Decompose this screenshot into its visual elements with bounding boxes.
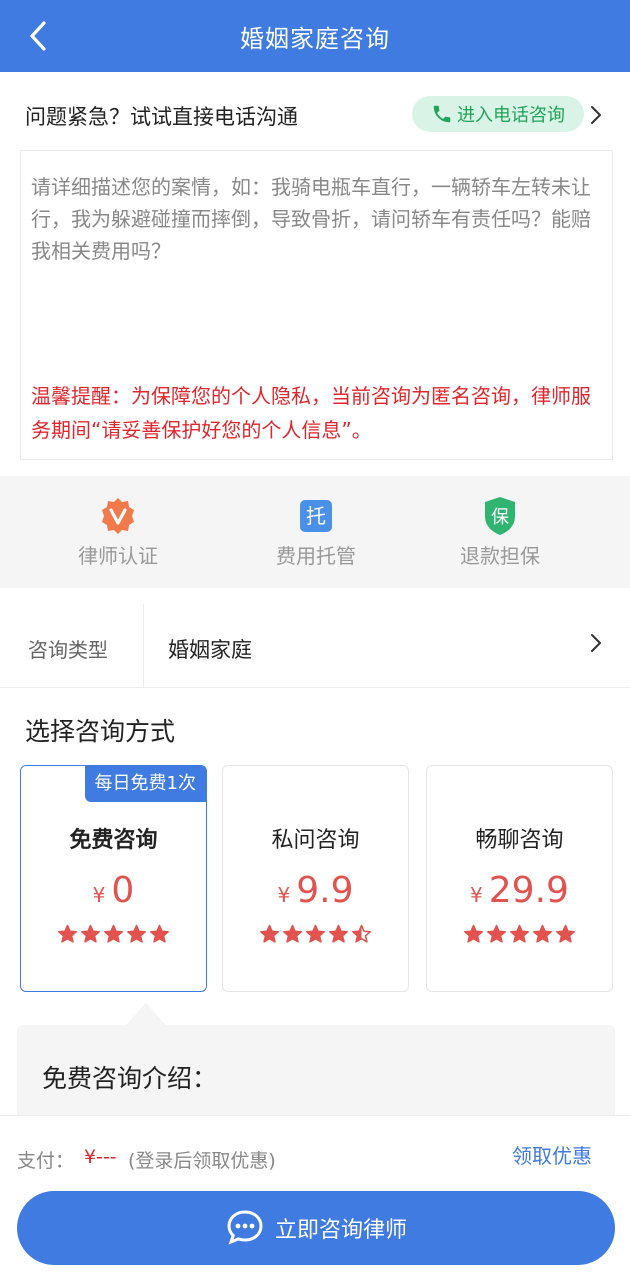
claim-coupon-link[interactable]: 领取优惠 <box>512 1140 592 1169</box>
consult-type-label: 咨询类型 <box>28 638 108 662</box>
free-consult-intro: 免费咨询介绍： 在线咨询律师抢答，无需排队，通过文字、图片方式 <box>17 1025 615 1125</box>
top-navbar: 婚姻家庭咨询 <box>0 0 630 72</box>
star-full-icon <box>329 924 348 943</box>
star-full-icon <box>283 924 302 943</box>
card-chat-consult[interactable]: 畅聊咨询 ¥29.9 <box>426 765 613 992</box>
price-value: 9.9 <box>296 870 354 911</box>
star-full-icon <box>150 924 169 943</box>
urgent-prompt: 问题紧急？试试直接电话沟通 <box>25 105 298 129</box>
price-value: 0 <box>111 870 135 911</box>
card-name: 免费咨询 <box>69 828 158 853</box>
star-full-icon <box>306 924 325 943</box>
guarantee-lawyer-cert: 律师认证 <box>48 496 188 569</box>
page-title: 婚姻家庭咨询 <box>240 24 390 53</box>
bao-shield-icon: 保 <box>480 496 520 536</box>
star-rating <box>223 924 408 945</box>
consult-button-label: 立即咨询律师 <box>274 1218 407 1243</box>
bottom-pay-bar: 支付： ¥--- (登录后领取优惠) 领取优惠 立即咨询律师 <box>0 1115 630 1280</box>
consult-lawyer-button[interactable]: 立即咨询律师 <box>17 1191 615 1265</box>
privacy-warning: 温馨提醒：为保障您的个人隐私，当前咨询为匿名咨询，律师服务期间“请妥善保护好您的… <box>31 384 591 442</box>
star-full-icon <box>260 924 279 943</box>
phone-consult-label: 进入电话咨询 <box>457 105 565 126</box>
guarantee-refund: 保 退款担保 <box>430 496 570 569</box>
currency-symbol: ¥ <box>277 883 291 907</box>
star-full-icon <box>533 924 552 943</box>
guarantee-label: 退款担保 <box>460 544 540 568</box>
currency-symbol: ¥ <box>92 883 106 907</box>
back-button[interactable] <box>22 18 54 54</box>
pay-label: 支付： <box>17 1150 75 1172</box>
tuo-icon: 托 <box>296 496 336 536</box>
divider <box>143 604 144 688</box>
intro-title: 免费咨询介绍： <box>42 1064 218 1093</box>
card-name: 私问咨询 <box>271 828 360 853</box>
guarantee-label: 律师认证 <box>78 544 158 568</box>
pay-price: ¥--- <box>84 1146 117 1168</box>
card-name: 畅聊咨询 <box>475 828 564 853</box>
svg-text:托: 托 <box>306 504 326 528</box>
chat-bubble-icon <box>227 1210 263 1245</box>
chevron-right-icon[interactable] <box>586 630 606 656</box>
star-rating <box>427 924 612 945</box>
card-private-consult[interactable]: 私问咨询 ¥9.9 <box>222 765 409 992</box>
currency-symbol: ¥ <box>470 883 483 907</box>
intro-pointer <box>126 1003 166 1025</box>
card-price: ¥9.9 <box>223 870 408 911</box>
card-price: ¥29.9 <box>427 870 612 911</box>
price-value: 29.9 <box>488 870 569 911</box>
star-full-icon <box>58 924 77 943</box>
card-price: ¥0 <box>21 870 206 911</box>
star-full-icon <box>81 924 100 943</box>
star-full-icon <box>510 924 529 943</box>
method-section-title: 选择咨询方式 <box>25 717 176 746</box>
free-daily-badge: 每日免费1次 <box>84 766 206 802</box>
svg-text:保: 保 <box>491 507 509 528</box>
star-full-icon <box>104 924 123 943</box>
star-rating <box>21 924 206 945</box>
card-free-consult[interactable]: 每日免费1次 免费咨询 ¥0 <box>20 765 207 992</box>
phone-icon <box>433 105 451 123</box>
v-badge-icon <box>98 496 138 536</box>
description-placeholder: 请详细描述您的案情，如：我骑电瓶车直行，一辆轿车左转未让行，我为躲避碰撞而摔倒，… <box>31 175 591 263</box>
star-full-icon <box>556 924 575 943</box>
consult-type-value[interactable]: 婚姻家庭 <box>168 634 252 664</box>
case-description-input[interactable]: 请详细描述您的案情，如：我骑电瓶车直行，一辆轿车左转未让行，我为躲避碰撞而摔倒，… <box>20 150 613 460</box>
guarantee-label: 费用托管 <box>276 544 356 568</box>
star-full-icon <box>487 924 506 943</box>
phone-consult-button[interactable]: 进入电话咨询 <box>412 96 584 132</box>
pay-note: (登录后领取优惠) <box>128 1150 276 1172</box>
chevron-right-icon[interactable] <box>586 102 606 128</box>
consult-type-row[interactable]: 咨询类型 婚姻家庭 <box>0 604 630 688</box>
guarantee-strip: 律师认证 托 费用托管 保 退款担保 <box>0 476 630 588</box>
star-full-icon <box>464 924 483 943</box>
guarantee-fee-escrow: 托 费用托管 <box>246 496 386 569</box>
star-full-icon <box>127 924 146 943</box>
chevron-left-icon <box>30 21 46 51</box>
star-half-icon <box>352 924 371 943</box>
urgent-phone-row: 问题紧急？试试直接电话沟通 进入电话咨询 <box>0 90 630 142</box>
